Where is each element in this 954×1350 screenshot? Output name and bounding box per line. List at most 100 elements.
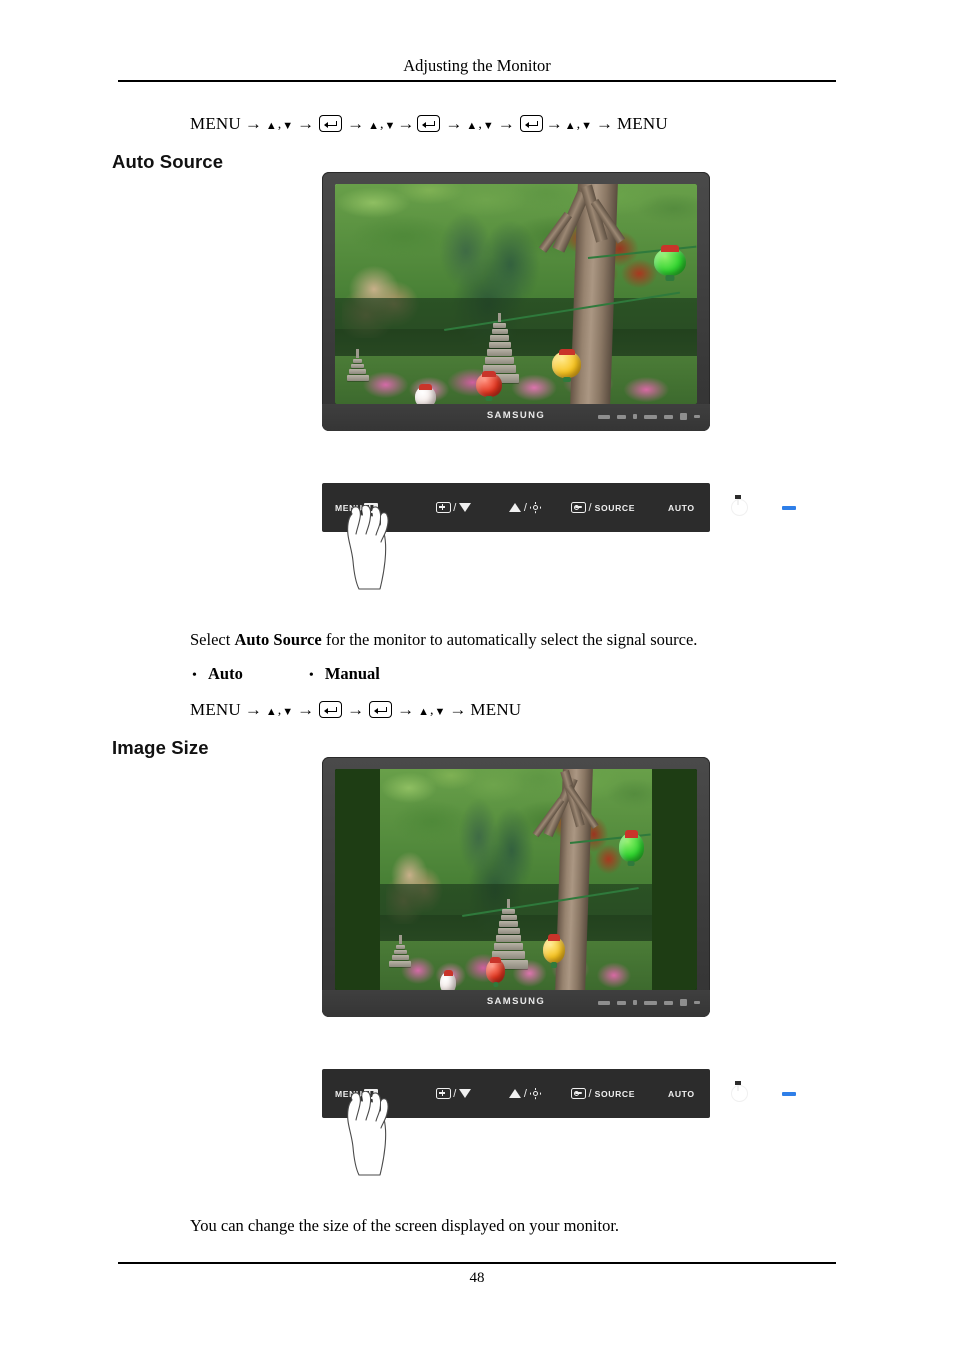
led-indicator — [781, 1091, 796, 1096]
menu-grid-icon — [363, 502, 378, 513]
lantern-red — [476, 370, 502, 398]
power-button[interactable] — [730, 1081, 748, 1102]
bezel-mark-menu — [598, 414, 610, 419]
brightness-icon — [530, 1087, 541, 1099]
pagoda-tier — [349, 369, 367, 374]
stone-pagoda-small — [346, 349, 370, 382]
pagoda-tier — [395, 944, 405, 949]
bezel-control-markings — [598, 413, 700, 420]
monitor-screen — [335, 769, 697, 990]
pagoda-tier — [491, 329, 508, 335]
down-arrow-icon: ▼ — [482, 119, 494, 132]
source-button[interactable]: / SOURCE — [571, 502, 635, 514]
enter-key-icon — [369, 701, 393, 718]
auto-button[interactable]: AUTO — [668, 1089, 695, 1099]
auto-button[interactable]: AUTO — [668, 503, 695, 513]
power-led-indicator — [781, 505, 796, 510]
pagoda-tier — [487, 349, 513, 357]
up-arrow-icon: ▲ — [265, 119, 277, 132]
pagoda-tier — [488, 342, 511, 349]
monitor-control-panel-auto-source: MENU / / / SOURCE AUTO — [322, 483, 796, 532]
lantern-green — [653, 244, 687, 277]
arrow-icon: → — [445, 114, 463, 133]
pagoda-tier — [500, 915, 517, 921]
brightness-icon — [530, 501, 541, 513]
bezel-mark-down — [617, 414, 626, 419]
lantern-cap — [547, 934, 561, 942]
down-arrow-icon: ▼ — [282, 705, 294, 718]
arrow-icon: → — [595, 114, 613, 133]
bezel-mark-source — [644, 1000, 657, 1005]
pagoda-tier — [494, 943, 524, 951]
page-number: 48 — [469, 1270, 485, 1286]
power-icon — [730, 495, 748, 516]
enter-key-icon — [519, 115, 543, 132]
arrow-icon: → — [347, 700, 365, 719]
lantern-cap — [624, 830, 639, 838]
bezel-mark-led — [694, 1001, 700, 1004]
enter-key-icon — [417, 115, 441, 132]
bezel-mark-auto — [664, 1000, 673, 1005]
bezel-mark-menu — [598, 1000, 610, 1005]
up-down-arrows: ▲,▼ — [466, 117, 494, 132]
down-adjust-button[interactable]: / — [435, 501, 472, 514]
lantern-yellow — [552, 348, 582, 378]
power-led-indicator — [781, 1091, 796, 1096]
menu-button[interactable]: MENU — [335, 502, 378, 513]
bezel-mark-power — [680, 413, 687, 420]
nav-start-label: MENU — [190, 114, 241, 133]
arrow-icon: → — [297, 700, 315, 719]
bezel-mark-down — [617, 1000, 626, 1005]
pagoda-tier — [353, 359, 363, 363]
plus-box-icon — [435, 1088, 451, 1099]
monitor-illustration-image-size: SAMSUNG — [322, 757, 710, 1017]
arrow-icon: → — [244, 700, 262, 719]
up-arrow-icon: ▲ — [564, 119, 576, 132]
arrow-icon: → — [397, 114, 415, 133]
up-brightness-button[interactable]: / — [509, 502, 541, 514]
power-button[interactable] — [730, 495, 748, 516]
down-adjust-button[interactable]: / — [435, 1088, 472, 1100]
nav-end-label: MENU — [616, 114, 668, 133]
down-arrow-icon: ▼ — [434, 705, 446, 718]
plus-box-icon — [435, 502, 451, 513]
stone-pagoda-small — [388, 934, 412, 968]
source-button[interactable]: / SOURCE — [571, 1088, 635, 1100]
down-arrow-icon: ▼ — [282, 119, 294, 132]
bezel-mark-up — [633, 414, 637, 419]
auto-button-label: AUTO — [668, 502, 695, 513]
pagoda-tier — [493, 323, 507, 329]
pagoda-spire — [398, 934, 402, 944]
power-icon — [730, 1081, 748, 1102]
up-brightness-button[interactable]: / — [509, 1088, 541, 1100]
up-arrow-icon: ▲ — [265, 705, 277, 718]
lantern-cap — [660, 244, 679, 253]
bullet-icon: • — [308, 668, 314, 683]
arrow-icon: → — [244, 114, 262, 133]
lantern-cap — [481, 370, 496, 378]
monitor-control-panel-image-size: MENU / / / SOURCE AUTO — [322, 1069, 796, 1118]
lantern-white — [414, 384, 437, 404]
up-arrow-icon: ▲ — [368, 119, 380, 132]
pagoda-tier — [496, 935, 522, 943]
screen-photo-garden — [335, 184, 697, 404]
lantern-red — [486, 956, 506, 984]
option-label-manual: Manual — [324, 664, 380, 683]
menu-button[interactable]: MENU — [335, 1088, 378, 1099]
pagoda-spire — [356, 349, 360, 358]
slash-separator: / — [588, 501, 593, 514]
slash-separator: / — [453, 501, 457, 514]
lantern-green — [619, 830, 644, 862]
led-indicator — [781, 505, 796, 510]
up-arrow-icon — [509, 503, 522, 512]
monitor-illustration-auto-source: SAMSUNG — [322, 172, 710, 431]
pagoda-spire — [498, 313, 502, 323]
nav-sequence-top: MENU → ▲,▼ → → ▲,▼ → → ▲,▼ → → ▲,▼ → MEN… — [190, 115, 668, 132]
up-arrow-icon: ▲ — [418, 705, 430, 718]
up-down-arrows: ▲,▼ — [564, 117, 592, 132]
page-header-title: Adjusting the Monitor — [403, 56, 551, 75]
up-down-arrows: ▲,▼ — [265, 703, 294, 718]
pagoda-tier — [485, 357, 515, 365]
description-bold-term: Auto Source — [234, 630, 322, 649]
lantern-cap — [558, 348, 575, 356]
